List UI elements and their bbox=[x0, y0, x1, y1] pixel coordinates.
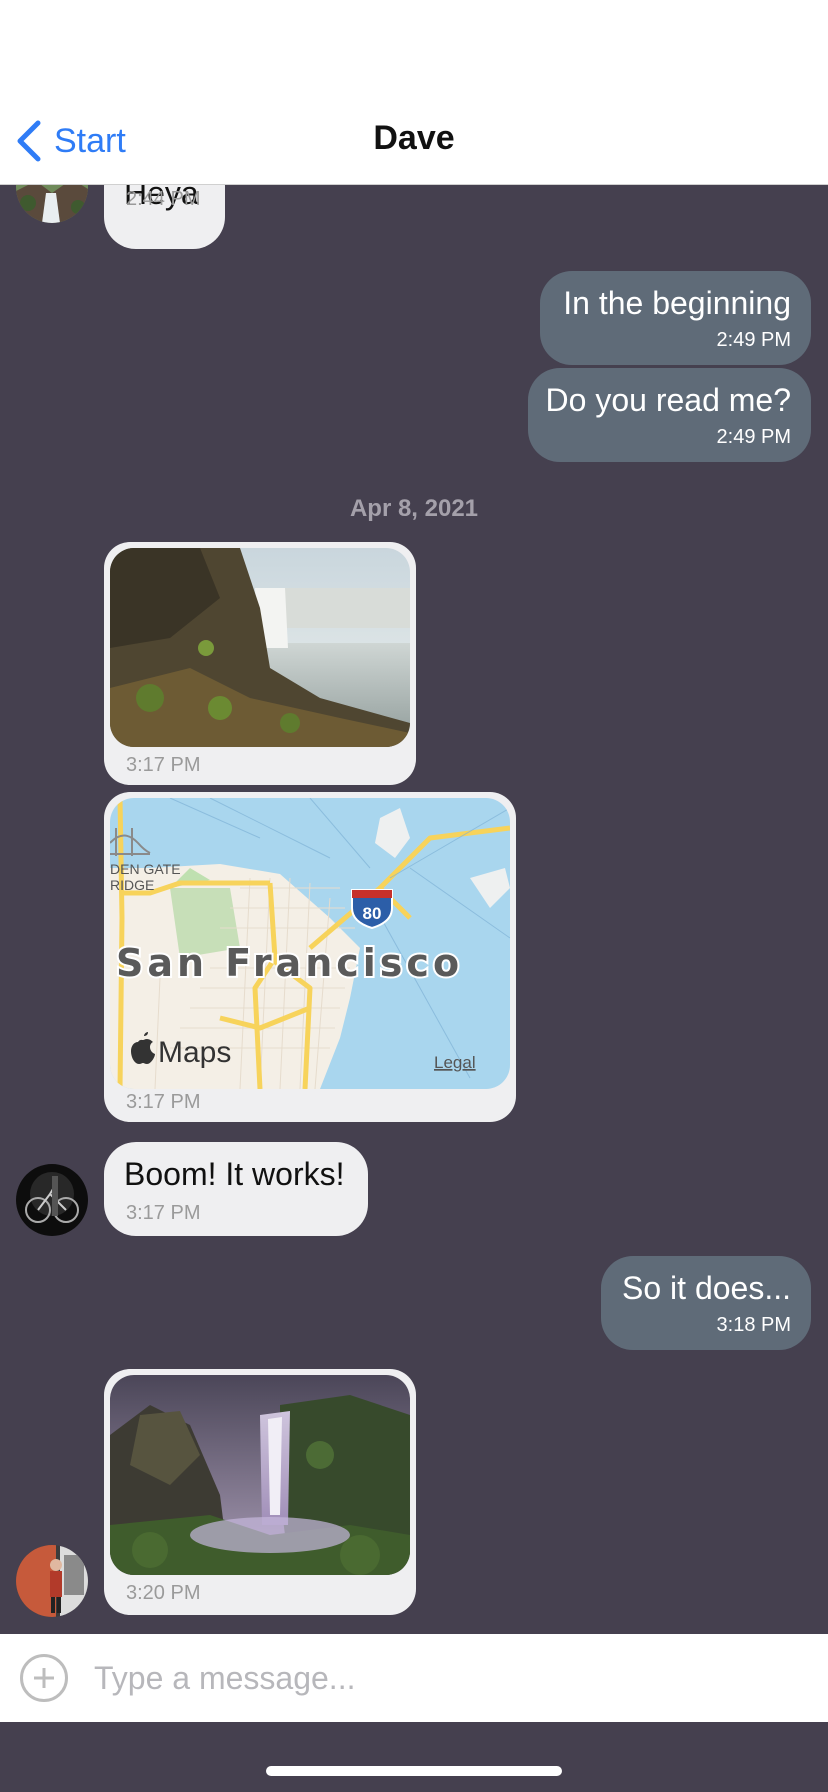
message-timestamp: 3:17 PM bbox=[126, 1091, 201, 1113]
add-attachment-button[interactable] bbox=[20, 1654, 68, 1702]
maps-brand-label: Maps bbox=[158, 1036, 231, 1069]
message-timestamp: 3:20 PM bbox=[126, 1582, 201, 1604]
avatar[interactable] bbox=[16, 1164, 88, 1236]
message-text: In the beginning bbox=[563, 285, 791, 321]
message-bubble-incoming[interactable]: Boom! It works! 3:17 PM bbox=[104, 1142, 368, 1236]
interstate-shield-label: 80 bbox=[363, 904, 382, 923]
image-message-bubble[interactable]: 3:17 PM bbox=[104, 542, 416, 785]
photo-waterfall-cliff[interactable] bbox=[110, 548, 410, 747]
message-timestamp: 3:17 PM bbox=[126, 1202, 201, 1224]
message-input[interactable] bbox=[92, 1652, 796, 1704]
map-message-bubble[interactable]: DEN GATE RIDGE 80 San Francisco Maps Leg… bbox=[104, 792, 516, 1122]
image-message-bubble[interactable]: 3:20 PM bbox=[104, 1369, 416, 1615]
message-timestamp: 3:18 PM bbox=[716, 1314, 791, 1336]
date-separator: Apr 8, 2021 bbox=[349, 495, 479, 522]
map-preview[interactable]: DEN GATE RIDGE 80 San Francisco Maps Leg… bbox=[110, 798, 510, 1089]
svg-text:RIDGE: RIDGE bbox=[110, 877, 154, 893]
message-timestamp: 2:49 PM bbox=[716, 329, 791, 351]
home-indicator[interactable] bbox=[266, 1766, 562, 1776]
message-bubble-outgoing[interactable]: So it does... 3:18 PM bbox=[601, 1256, 811, 1350]
conversation-title: Dave bbox=[373, 119, 455, 157]
navigation-bar: Start Dave bbox=[0, 0, 828, 185]
message-text: Do you read me? bbox=[545, 382, 791, 418]
message-timestamp: 2:44 PM bbox=[126, 188, 201, 210]
message-composer bbox=[0, 1634, 828, 1722]
message-bubble-outgoing[interactable]: Do you read me? 2:49 PM bbox=[528, 368, 811, 462]
map-legal-link[interactable]: Legal bbox=[434, 1053, 476, 1072]
message-bubble-incoming[interactable]: Heya 2:44 PM bbox=[104, 185, 225, 249]
svg-text:DEN GATE: DEN GATE bbox=[110, 861, 181, 877]
photo-misty-waterfall[interactable] bbox=[110, 1375, 410, 1575]
avatar[interactable] bbox=[16, 185, 88, 223]
message-text: So it does... bbox=[622, 1270, 791, 1306]
message-timestamp: 3:17 PM bbox=[126, 754, 201, 776]
message-list[interactable]: Heya 2:44 PM In the beginning 2:49 PM Do… bbox=[0, 185, 828, 1634]
message-timestamp: 2:49 PM bbox=[716, 426, 791, 448]
map-city-label: San Francisco bbox=[116, 941, 463, 985]
message-bubble-outgoing[interactable]: In the beginning 2:49 PM bbox=[540, 271, 811, 365]
message-text: Boom! It works! bbox=[124, 1156, 345, 1192]
avatar[interactable] bbox=[16, 1545, 88, 1617]
